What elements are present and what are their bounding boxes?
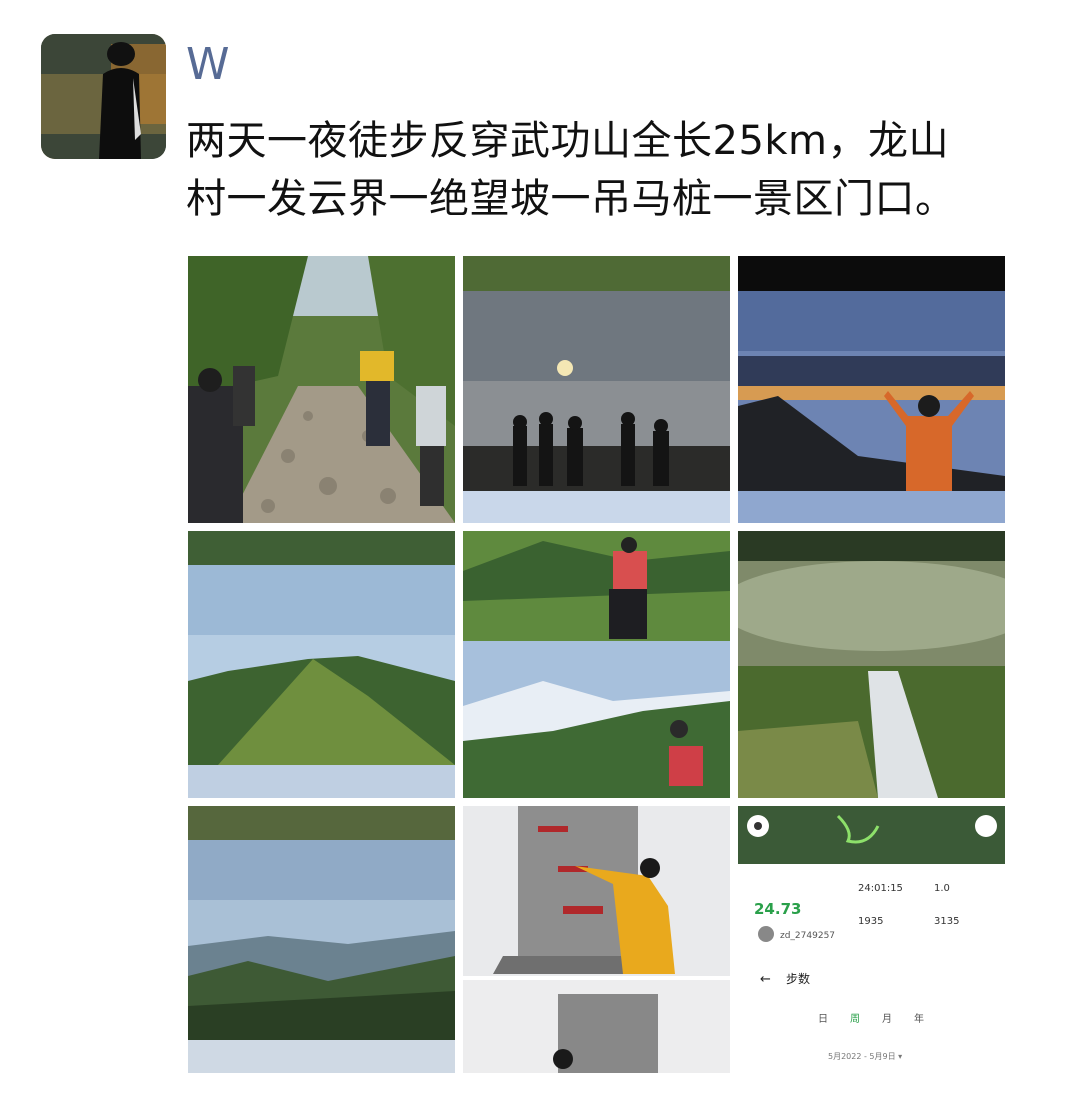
svg-text:←: ← <box>760 972 771 987</box>
avatar-image <box>41 34 166 159</box>
app-tab-day[interactable]: 日 <box>818 1014 828 1025</box>
avatar[interactable] <box>41 34 166 159</box>
photo-hikers-trail[interactable] <box>188 256 455 523</box>
app-pace: 1.0 <box>934 883 950 894</box>
app-user-id: zd_2749257 <box>780 931 835 941</box>
app-elevation-up: 1935 <box>858 916 883 927</box>
photo-stream-waterfall[interactable] <box>738 531 1005 798</box>
app-tab-week[interactable]: 周 <box>850 1013 860 1025</box>
photo-sunset-silhouettes[interactable] <box>463 256 730 523</box>
photo-summit-marker[interactable] <box>463 806 730 1073</box>
app-tab-year[interactable]: 年 <box>914 1012 924 1025</box>
post-text-line-1: 两天一夜徒步反穿武功山全长25km，龙山 <box>186 118 950 164</box>
photo-green-ridge[interactable] <box>188 531 455 798</box>
app-duration: 24:01:15 <box>858 883 903 894</box>
post-text-line-2: 村一发云界一绝望坡一吊马桩一景区门口。 <box>186 176 956 222</box>
photo-arms-raised-dusk[interactable] <box>738 256 1005 523</box>
post-text: 两天一夜徒步反穿武功山全长25km，龙山 村一发云界一绝望坡一吊马桩一景区门口。 <box>186 112 1046 228</box>
app-distance: 24.73 <box>754 900 801 918</box>
app-elevation-down: 3135 <box>934 916 959 927</box>
photo-valley-view[interactable] <box>188 806 455 1073</box>
photo-hiker-backpack[interactable] <box>463 531 730 798</box>
app-section-label: 步数 <box>786 971 810 986</box>
photo-grid: 24.73 24:01:15 1.0 1935 3135 zd_2749257 … <box>188 256 1005 1073</box>
username[interactable]: W <box>186 40 230 90</box>
app-date-range: 5月2022 - 5月9日 ▾ <box>828 1052 902 1061</box>
photo-fitness-app[interactable]: 24.73 24:01:15 1.0 1935 3135 zd_2749257 … <box>738 806 1005 1073</box>
app-tab-month[interactable]: 月 <box>882 1013 892 1025</box>
